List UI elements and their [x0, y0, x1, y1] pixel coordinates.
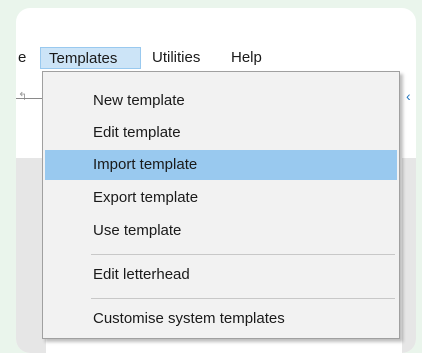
- app-window: e Templates Utilities Help ↰ ‹ New templ…: [16, 8, 416, 353]
- menu-file-partial[interactable]: e: [16, 47, 34, 69]
- menu-item-new-template[interactable]: New template: [45, 86, 397, 116]
- menu-item-edit-letterhead[interactable]: Edit letterhead: [45, 260, 397, 290]
- menu-item-edit-template[interactable]: Edit template: [45, 118, 397, 148]
- menu-separator: [91, 254, 395, 255]
- workspace-right: [402, 158, 416, 353]
- menu-item-customise-system-templates[interactable]: Customise system templates: [45, 304, 397, 334]
- toolbar-icon-partial: ↰: [18, 91, 28, 103]
- templates-dropdown: New template Edit template Import templa…: [42, 71, 400, 339]
- menu-item-use-template[interactable]: Use template: [45, 216, 397, 246]
- menu-separator: [91, 298, 395, 299]
- chevron-left-icon: ‹: [406, 88, 411, 104]
- menu-utilities[interactable]: Utilities: [144, 47, 208, 69]
- menu-item-export-template[interactable]: Export template: [45, 183, 397, 213]
- menu-bar: e Templates Utilities Help: [16, 46, 416, 70]
- menu-templates[interactable]: Templates: [40, 47, 141, 69]
- menu-item-import-template[interactable]: Import template: [45, 150, 397, 180]
- menu-help[interactable]: Help: [223, 47, 270, 69]
